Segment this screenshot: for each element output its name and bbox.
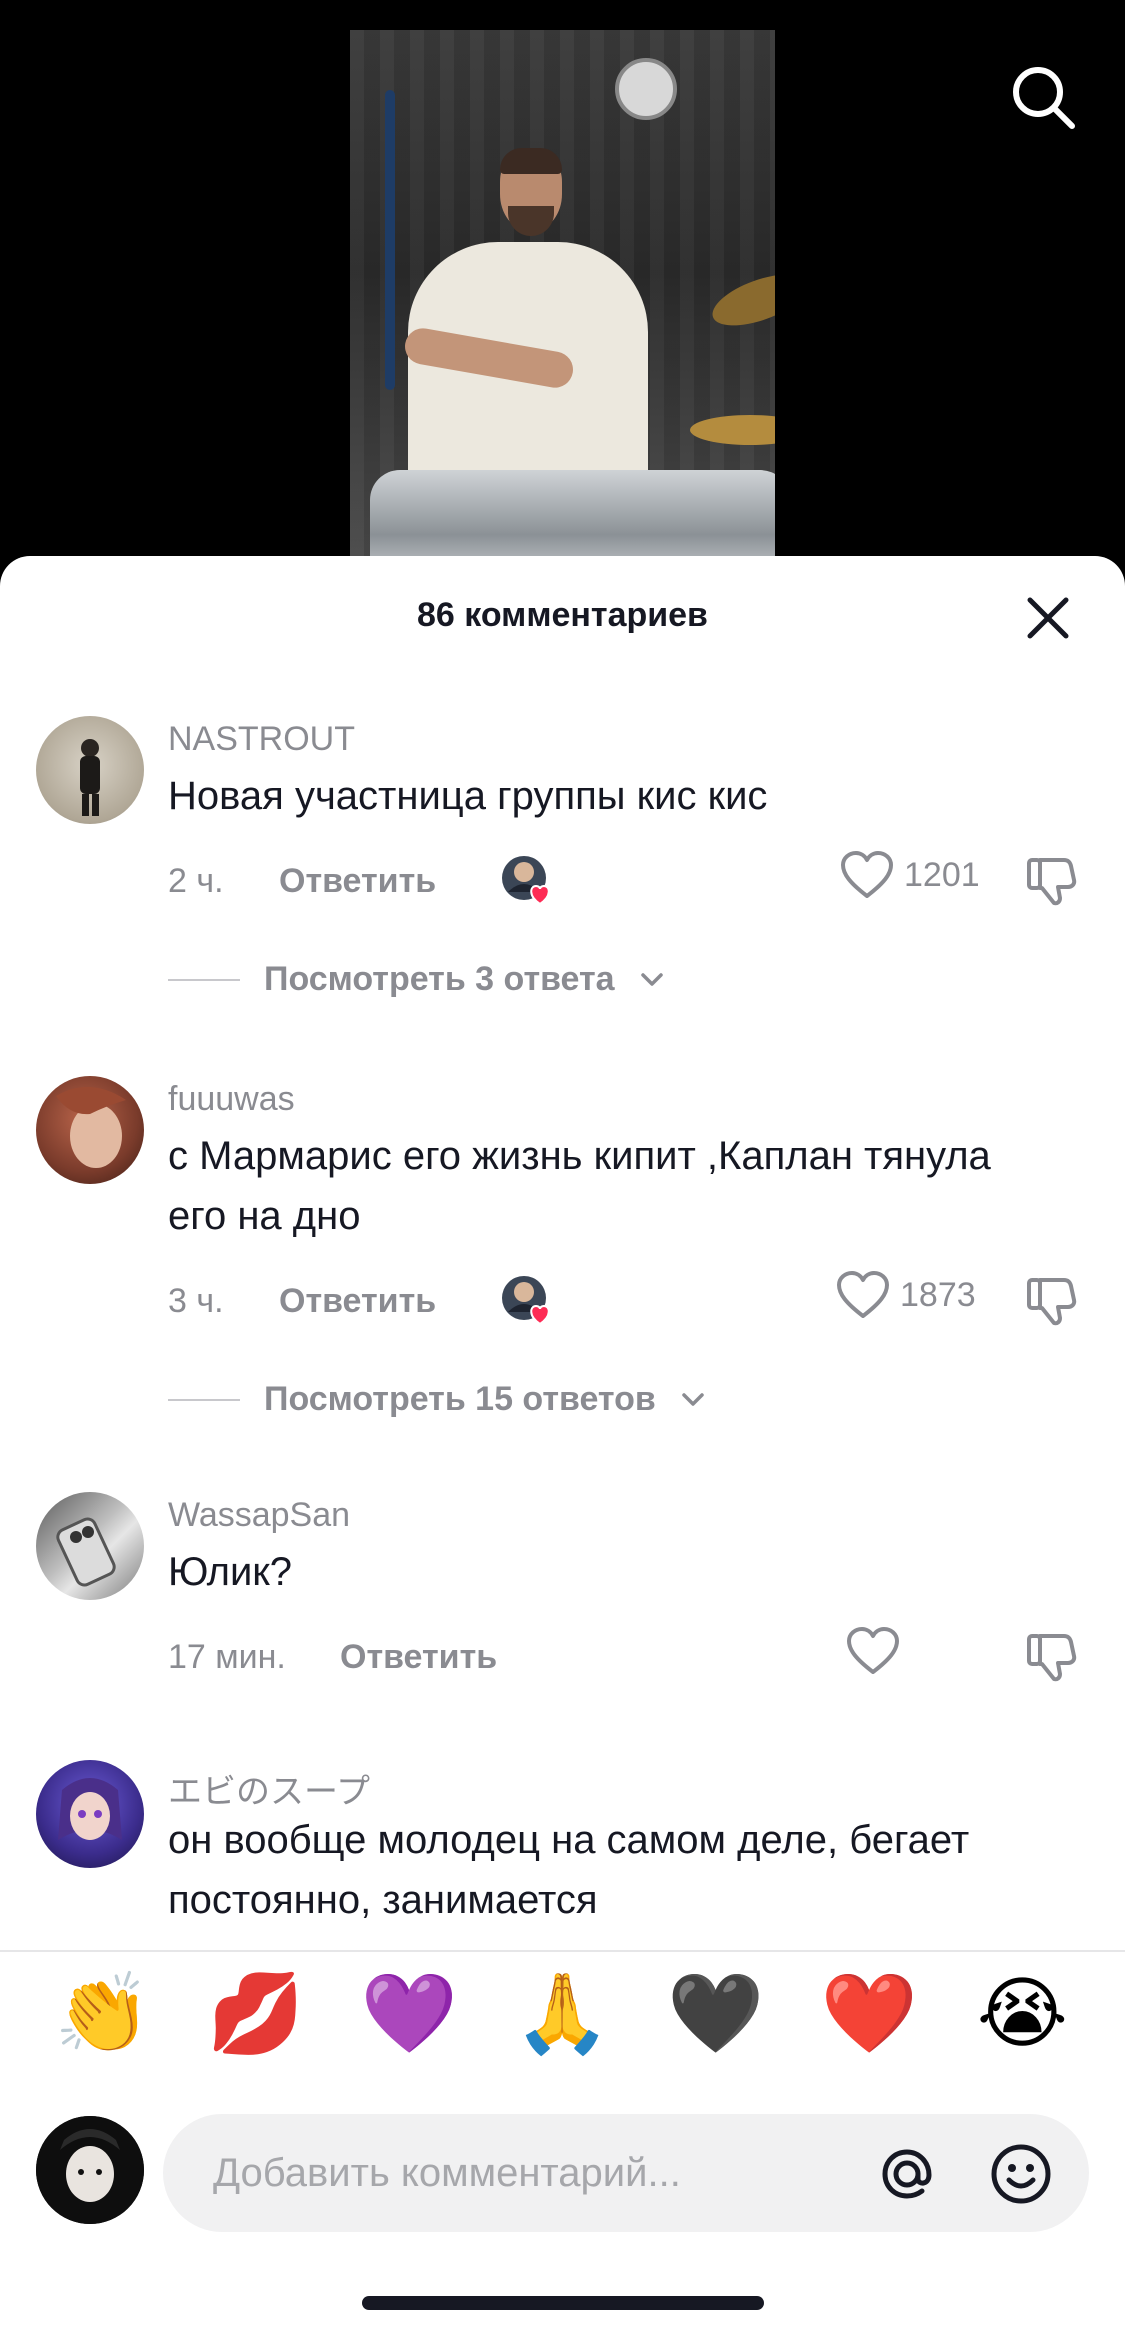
video-drum [370,470,775,570]
comment-time: 3 ч. [168,1282,224,1320]
reply-button[interactable]: Ответить [279,862,436,901]
dislike-button[interactable] [1024,852,1080,908]
thumbs-down-icon [1027,1634,1077,1682]
comment-input-row [0,2106,1125,2236]
heart-outline-icon [847,1627,899,1674]
comment-input[interactable] [213,2114,873,2232]
avatar-image [56,1517,116,1587]
dislike-button[interactable] [1024,1628,1080,1684]
comment-username[interactable]: WassapSan [168,1496,350,1535]
avatar[interactable] [36,716,144,824]
video-clock [615,58,677,120]
comments-sheet: 86 комментариев NASTROUT Новая участница… [0,556,1125,2334]
creator-avatar-heart-icon [502,1276,550,1326]
view-replies-label: Посмотреть 3 ответа [264,960,615,998]
comment-username[interactable]: エビのスープ [168,1764,370,1813]
view-replies-label: Посмотреть 15 ответов [264,1380,656,1418]
comment-username[interactable]: NASTROUT [168,720,355,759]
avatar-image [36,2116,144,2224]
divider-line [168,1398,240,1401]
comment-text: он вообще молодец на самом деле, бегает … [168,1818,970,1922]
avatar[interactable] [36,1760,144,1868]
comment-text: с Мармарис его жизнь кипит ,Каплан тянул… [168,1134,991,1238]
chevron-down-icon [640,972,663,986]
dislike-button[interactable] [1024,1272,1080,1328]
emoji-clap[interactable]: 👏 [54,1967,151,2059]
comment-time: 17 мин. [168,1638,286,1676]
creator-avatar-heart-icon [502,856,550,906]
heart-outline-icon [841,851,893,898]
avatar-image [58,1778,122,1840]
reply-button[interactable]: Ответить [279,1282,436,1321]
view-replies-button[interactable]: Посмотреть 15 ответов [168,1380,706,1419]
comment-input-box[interactable] [163,2114,1089,2232]
at-sign-icon [882,2149,932,2199]
comment-text: Юлик? [168,1550,293,1594]
comments-count-title: 86 комментариев [417,596,708,634]
avatar[interactable] [36,1076,144,1184]
smiley-icon [991,2144,1051,2204]
like-button[interactable]: 1873 [836,1270,976,1320]
emoji-pray[interactable]: 🙏 [514,1967,611,2059]
emoji-black-heart[interactable]: 🖤 [667,1967,764,2059]
creator-liked-badge [500,854,556,906]
mention-button[interactable] [875,2142,939,2206]
like-count: 1201 [904,855,980,894]
view-replies-button[interactable]: Посмотреть 3 ответа [168,960,665,999]
my-avatar [36,2116,144,2224]
video-cable [385,90,395,390]
reply-button[interactable]: Ответить [340,1638,497,1677]
like-button[interactable] [846,1626,900,1676]
search-button[interactable] [1008,62,1078,132]
avatar[interactable] [36,1492,144,1600]
thumbs-down-icon [1027,1278,1077,1326]
like-count: 1873 [900,1275,976,1314]
quick-emoji-bar: 👏 💋 💜 🙏 🖤 ❤️ 😭 [0,1950,1125,2074]
avatar-image [80,739,100,816]
avatar-image [56,1086,126,1168]
emoji-purple-heart[interactable]: 💜 [361,1967,458,2059]
close-icon [1027,597,1069,639]
close-button[interactable] [1022,592,1074,644]
divider-line [168,978,240,981]
chevron-down-icon [682,1392,704,1406]
comments-list[interactable]: NASTROUT Новая участница группы кис кис … [0,666,1125,1950]
heart-outline-icon [837,1271,889,1318]
emoji-red-heart[interactable]: ❤️ [820,1967,917,2059]
like-button[interactable]: 1201 [840,850,980,900]
comment-text: Новая участница группы кис кис [168,774,768,818]
video-thumbnail[interactable] [350,30,775,570]
video-player[interactable] [0,0,1125,600]
search-icon [1013,67,1075,129]
emoji-crying[interactable]: 😭 [976,1967,1068,2059]
video-drummer-hair [500,148,562,174]
emoji-kiss[interactable]: 💋 [207,1967,304,2059]
thumbs-down-icon [1027,858,1077,906]
comment-time: 2 ч. [168,862,224,900]
emoji-picker-button[interactable] [987,2140,1055,2208]
creator-liked-badge [500,1274,556,1326]
home-indicator [362,2296,764,2310]
comment-username[interactable]: fuuuwas [168,1080,295,1119]
